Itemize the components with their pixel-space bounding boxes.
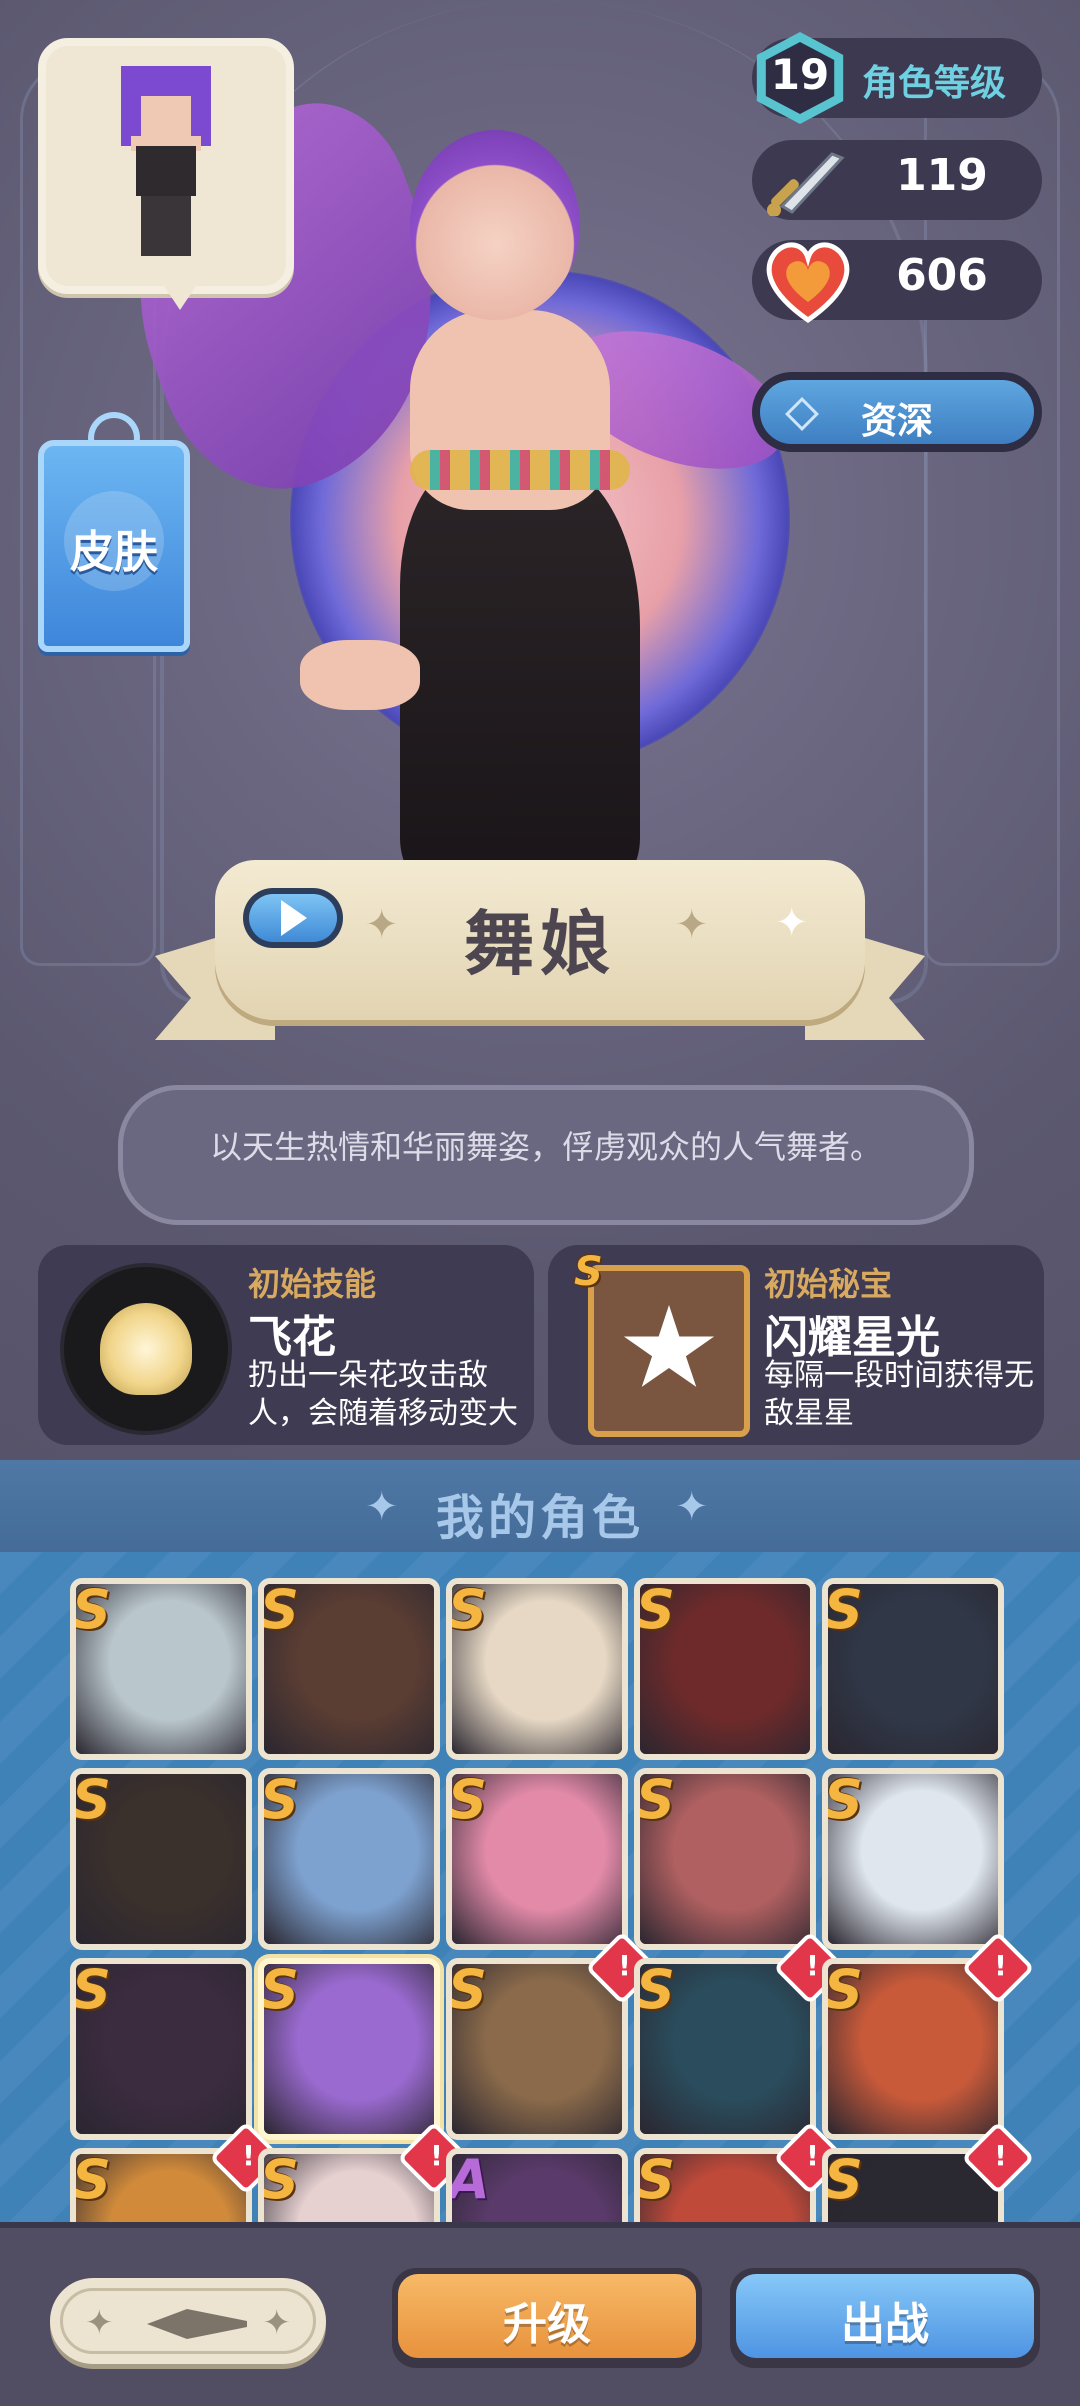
pixel-legs — [141, 196, 191, 256]
character-tile[interactable]: S — [258, 1768, 440, 1950]
pixel-face — [141, 96, 191, 136]
play-voice-button[interactable] — [243, 888, 343, 948]
character-tile[interactable]: S — [258, 1578, 440, 1760]
rank-badge[interactable]: 资深 — [752, 372, 1042, 452]
back-star-left-icon: ✦ — [85, 2303, 114, 2343]
character-grade-badge: S — [260, 1768, 299, 1831]
skin-button-label: 皮肤 — [70, 527, 158, 578]
character-grade-badge: S — [824, 2148, 863, 2211]
character-grade-badge: S — [260, 1578, 299, 1641]
attack-pill: 119 — [752, 140, 1042, 220]
level-number: 19 — [770, 50, 830, 99]
character-grade-badge: S — [636, 1578, 675, 1641]
lotus-icon — [100, 1303, 192, 1395]
ornament-right-icon: ✦ — [675, 902, 709, 948]
attack-value: 119 — [896, 150, 988, 201]
character-tile[interactable]: S — [822, 1958, 1004, 2140]
pixel-body — [136, 146, 196, 196]
back-button-border: ✦ ✦ — [60, 2288, 316, 2354]
character-grid[interactable]: S S S S S S S S S S S S S! S! S! S! S! A S! S! — [0, 1552, 1080, 2222]
character-feet — [300, 640, 420, 710]
character-grade-badge: S — [72, 2148, 111, 2211]
character-grade-badge: S — [72, 1958, 111, 2021]
header-ornament-right-icon: ✦ — [675, 1484, 709, 1530]
character-tile[interactable]: S — [70, 1768, 252, 1950]
character-tile[interactable]: S — [446, 1578, 628, 1760]
back-button[interactable]: ✦ ✦ — [50, 2278, 326, 2364]
heart-icon — [766, 242, 850, 324]
battle-button-label: 出战 — [841, 2299, 929, 2350]
avatar-bubble-tail — [160, 280, 200, 310]
character-tile[interactable]: S — [258, 1958, 440, 2140]
treasure-description: 每隔一段时间获得无敌星星 — [764, 1358, 1034, 1431]
character-grade-badge: S — [636, 1958, 675, 2021]
character-tile[interactable]: A — [446, 2148, 628, 2222]
treasure-grade-badge: S — [574, 1249, 603, 1295]
character-grade-badge: S — [72, 1768, 111, 1831]
play-icon — [281, 900, 307, 936]
rank-label: 资深 — [860, 401, 933, 442]
character-description: 以天生热情和华丽舞姿，俘虏观众的人气舞者。 — [209, 1128, 882, 1166]
initial-treasure-card[interactable]: S 初始秘宝 闪耀星光 每隔一段时间获得无敌星星 — [548, 1245, 1044, 1445]
skill-icon-frame — [60, 1263, 232, 1435]
my-characters-header: ✦ 我的角色 ✦ — [0, 1460, 1080, 1552]
character-grade-badge: S — [636, 1768, 675, 1831]
character-tile[interactable]: S — [634, 1768, 816, 1950]
bottom-action-bar: ✦ ✦ 升级 出战 — [0, 2222, 1080, 2406]
character-grade-badge: S — [824, 1768, 863, 1831]
star-icon — [623, 1305, 715, 1387]
character-head — [410, 130, 580, 320]
treasure-card-title: 初始秘宝 — [764, 1265, 893, 1303]
character-grade-badge: S — [260, 1958, 299, 2021]
level-label: 角色等级 — [862, 63, 1007, 104]
initial-skill-card[interactable]: 初始技能 飞花 扔出一朵花攻击敌人，会随着移动变大 — [38, 1245, 534, 1445]
pixel-avatar — [38, 38, 294, 294]
rank-badge-fill: 资深 — [760, 380, 1034, 444]
character-grade-badge: S — [448, 1768, 487, 1831]
character-grade-badge: S — [260, 2148, 299, 2211]
character-tile[interactable]: S — [446, 1768, 628, 1950]
battle-button[interactable]: 出战 — [730, 2268, 1040, 2368]
character-grade-badge: S — [824, 1578, 863, 1641]
back-star-right-icon: ✦ — [262, 2303, 292, 2343]
upgrade-button[interactable]: 升级 — [392, 2268, 702, 2368]
treasure-icon-frame — [588, 1265, 750, 1437]
character-skirt — [400, 460, 640, 880]
sparkle-icon: ✦ — [775, 900, 809, 946]
character-tile[interactable]: S — [70, 1958, 252, 2140]
treasure-name: 闪耀星光 — [764, 1312, 940, 1363]
health-pill: 606 — [752, 240, 1042, 324]
sword-icon — [767, 152, 845, 216]
my-characters-title: 我的角色 — [435, 1490, 644, 1546]
character-tile[interactable]: S — [634, 1578, 816, 1760]
character-tile[interactable]: S — [822, 1578, 1004, 1760]
character-grade-badge: S — [72, 1578, 111, 1641]
ornament-left-icon: ✦ — [365, 902, 399, 948]
level-pill: 19 角色等级 — [752, 32, 1042, 124]
character-tile[interactable]: S — [446, 1958, 628, 2140]
skill-card-title: 初始技能 — [248, 1265, 377, 1303]
character-grade-badge: S — [824, 1958, 863, 2021]
character-grade-badge: S — [448, 1958, 487, 2021]
upgrade-button-fill: 升级 — [398, 2274, 696, 2358]
battle-button-fill: 出战 — [736, 2274, 1034, 2358]
back-arrow-icon — [147, 2309, 247, 2339]
skin-button[interactable]: 皮肤 — [38, 440, 190, 652]
play-button-fill — [249, 894, 337, 942]
character-grade-badge: S — [448, 1578, 487, 1641]
character-tile[interactable]: S — [822, 1768, 1004, 1950]
upgrade-button-label: 升级 — [503, 2299, 591, 2350]
character-tile[interactable]: S — [634, 1958, 816, 2140]
skill-description: 扔出一朵花攻击敌人，会随着移动变大 — [248, 1358, 518, 1431]
character-jewelry — [410, 450, 630, 490]
character-grade-badge: S — [636, 2148, 675, 2211]
pixel-character — [111, 66, 221, 266]
character-description-box: 以天生热情和华丽舞姿，俘虏观众的人气舞者。 — [118, 1085, 974, 1225]
character-grade-badge: A — [448, 2148, 490, 2211]
character-illustration — [380, 130, 680, 880]
health-value: 606 — [896, 250, 988, 301]
skill-name: 飞花 — [248, 1312, 336, 1363]
character-tile[interactable]: S — [70, 1578, 252, 1760]
